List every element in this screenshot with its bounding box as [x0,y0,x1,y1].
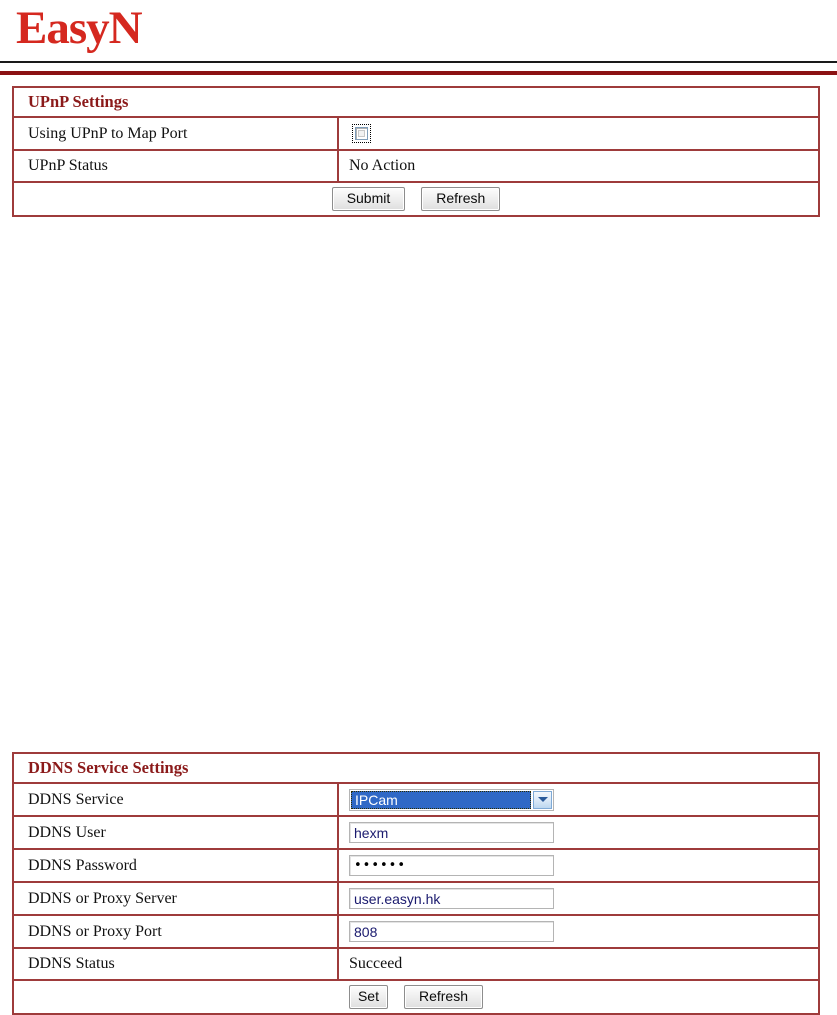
easyn-logo: EasyN [16,2,143,54]
table-row: DDNS Status Succeed [14,949,818,981]
ddns-server-input[interactable] [349,888,554,909]
ddns-service-select[interactable]: IPCam [349,788,554,811]
ddns-password-cell [339,850,818,881]
upnp-refresh-button[interactable]: Refresh [421,187,501,211]
ddns-status-value: Succeed [349,955,403,972]
upnp-map-port-label: Using UPnP to Map Port [14,118,339,149]
upnp-map-port-cell [339,118,818,149]
header-divider-black [0,61,837,63]
ddns-panel-title-row: DDNS Service Settings [14,754,818,784]
upnp-status-label: UPnP Status [14,151,339,181]
table-row: Using UPnP to Map Port [14,118,818,151]
ddns-service-selected-value: IPCam [351,790,531,809]
ddns-set-button[interactable]: Set [348,985,388,1009]
ddns-server-cell [339,883,818,914]
ddns-password-label: DDNS Password [14,850,339,881]
ddns-user-input[interactable] [349,822,554,843]
ddns-user-label: DDNS User [14,817,339,848]
table-row: DDNS Service IPCam [14,784,818,817]
ddns-refresh-button[interactable]: Refresh [403,985,484,1009]
upnp-status-value: No Action [349,157,416,174]
table-row: DDNS Password [14,850,818,883]
ddns-panel-title: DDNS Service Settings [28,758,189,777]
upnp-panel-title-row: UPnP Settings [14,88,818,118]
upnp-actions-row: Submit Refresh [14,183,818,215]
ddns-service-cell: IPCam [339,784,818,815]
upnp-panel-title: UPnP Settings [28,92,129,111]
ddns-port-cell [339,916,818,947]
page-header: EasyN [0,0,837,75]
ddns-port-label: DDNS or Proxy Port [14,916,339,947]
ddns-settings-panel: DDNS Service Settings DDNS Service IPCam… [12,752,820,1015]
table-row: DDNS or Proxy Port [14,916,818,949]
upnp-submit-button[interactable]: Submit [331,187,406,211]
chevron-down-icon[interactable] [533,790,552,809]
upnp-map-port-checkbox[interactable] [355,127,368,140]
ddns-service-label: DDNS Service [14,784,339,815]
table-row: DDNS or Proxy Server [14,883,818,916]
upnp-map-port-checkbox-focus [352,124,371,143]
table-row: UPnP Status No Action [14,151,818,183]
table-row: DDNS User [14,817,818,850]
ddns-password-input[interactable] [349,855,554,876]
ddns-server-label: DDNS or Proxy Server [14,883,339,914]
ddns-port-input[interactable] [349,921,554,942]
ddns-status-label: DDNS Status [14,949,339,979]
header-divider-red [0,71,837,75]
ddns-actions-row: Set Refresh [14,981,818,1013]
ddns-user-cell [339,817,818,848]
upnp-settings-panel: UPnP Settings Using UPnP to Map Port UPn… [12,86,820,217]
